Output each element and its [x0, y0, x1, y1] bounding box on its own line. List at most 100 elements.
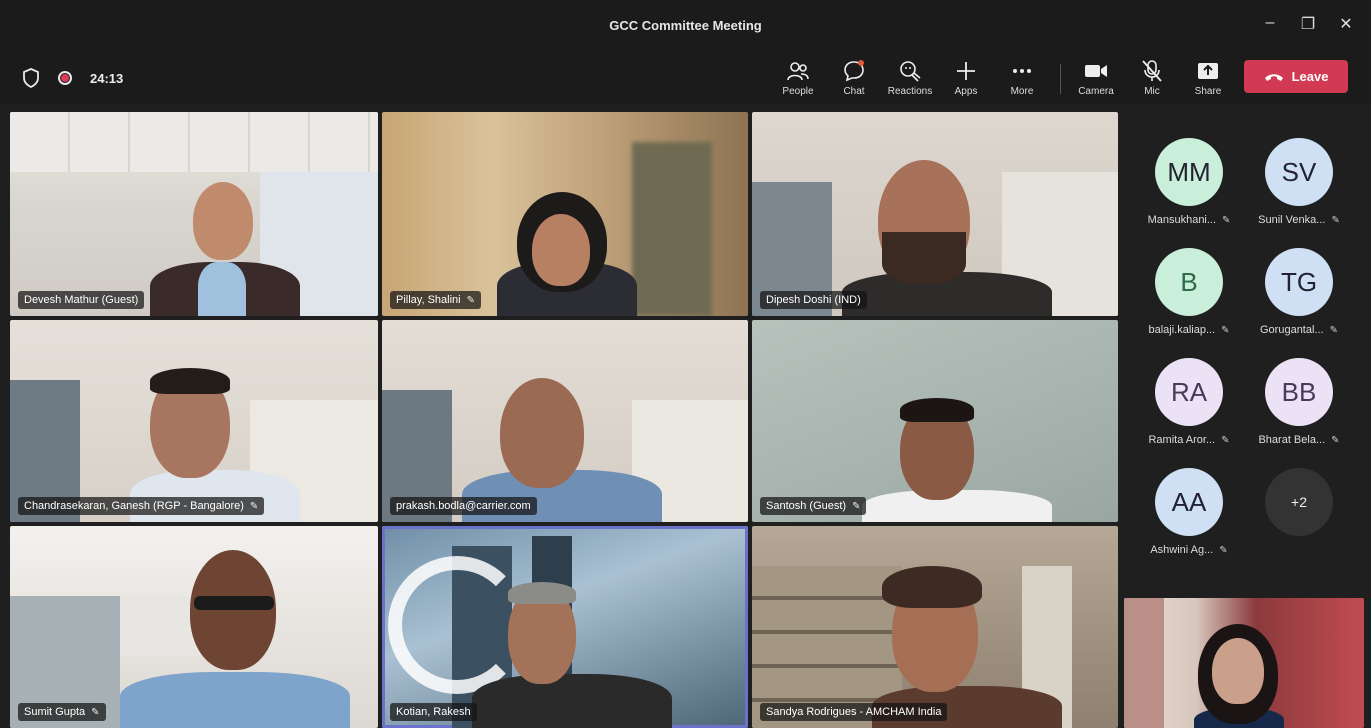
participant-face	[532, 214, 590, 286]
maximize-button[interactable]: ❐	[1296, 14, 1320, 34]
camera-button[interactable]: Camera	[1068, 58, 1124, 97]
more-label: More	[1010, 86, 1034, 97]
tile-name: Pillay, Shalini ✎	[390, 291, 481, 309]
self-view-video[interactable]	[1124, 598, 1364, 728]
chat-button[interactable]: Chat	[826, 58, 882, 97]
people-button[interactable]: People	[770, 58, 826, 97]
participant-name: Sunil Venka...	[1258, 214, 1326, 226]
share-icon	[1198, 63, 1218, 79]
toolbar-divider	[1060, 64, 1061, 94]
video-tile-active[interactable]: Kotian, Rakesh	[382, 526, 748, 728]
overflow-avatar: +2	[1265, 468, 1333, 536]
apps-label: Apps	[954, 86, 978, 97]
participant-name: Ashwini Ag...	[1150, 544, 1214, 556]
shield-icon[interactable]	[22, 68, 40, 88]
participant-avatar[interactable]: B balaji.kaliap... ✎	[1134, 248, 1244, 336]
wall-logo	[130, 622, 170, 636]
avatar: SV	[1265, 138, 1333, 206]
video-tile[interactable]: Devesh Mathur (Guest)	[10, 112, 378, 316]
meeting-status: 24:13	[22, 52, 123, 104]
pin-icon: ✎	[1331, 435, 1340, 446]
participant-name: Kotian, Rakesh	[396, 706, 471, 718]
pin-icon: ✎	[249, 501, 259, 512]
tile-name: Sumit Gupta ✎	[18, 703, 106, 721]
participant-face	[500, 378, 584, 488]
participant-beard	[882, 232, 966, 284]
video-tile[interactable]: Pillay, Shalini ✎	[382, 112, 748, 316]
participant-body	[120, 672, 350, 728]
avatar-initials: B	[1180, 266, 1198, 297]
avatar: B	[1155, 248, 1223, 316]
participant-avatar[interactable]: SV Sunil Venka... ✎	[1244, 138, 1354, 226]
video-tile[interactable]: prakash.bodla@carrier.com	[382, 320, 748, 522]
more-icon	[1013, 69, 1031, 73]
plus-icon	[957, 62, 975, 80]
mic-label: Mic	[1144, 86, 1160, 97]
overflow-count: +2	[1291, 494, 1307, 510]
apps-button[interactable]: Apps	[938, 58, 994, 97]
participant-glasses	[194, 596, 274, 610]
avatar: BB	[1265, 358, 1333, 426]
self-face	[1212, 638, 1264, 704]
avatar-initials: BB	[1281, 376, 1317, 407]
avatar-initials: TG	[1280, 266, 1318, 297]
participant-avatar[interactable]: RA Ramita Aror... ✎	[1134, 358, 1244, 446]
participant-avatar[interactable]: AA Ashwini Ag... ✎	[1134, 468, 1244, 556]
tile-name: Santosh (Guest) ✎	[760, 497, 867, 515]
avatar-initials: SV	[1281, 156, 1317, 187]
participant-avatar[interactable]: MM Mansukhani... ✎	[1134, 138, 1244, 226]
chat-label: Chat	[843, 86, 865, 97]
participant-name: balaji.kaliap...	[1148, 324, 1216, 336]
meeting-timer: 24:13	[90, 70, 124, 86]
pin-icon: ✎	[91, 707, 100, 718]
video-tile[interactable]: Sandya Rodrigues - AMCHAM India	[752, 526, 1118, 728]
participant-shirt	[198, 262, 246, 316]
tile-name: prakash.bodla@carrier.com	[390, 497, 537, 515]
leave-label: Leave	[1291, 69, 1329, 84]
people-icon	[787, 62, 809, 81]
video-tile[interactable]: Santosh (Guest) ✎	[752, 320, 1118, 522]
background-logo	[388, 556, 526, 694]
tile-name: Devesh Mathur (Guest)	[18, 291, 145, 309]
share-button[interactable]: Share	[1180, 58, 1236, 97]
reactions-button[interactable]: Reactions	[882, 58, 938, 97]
pin-icon: ✎	[1331, 215, 1340, 226]
participant-avatar[interactable]: TG Gorugantal... ✎	[1244, 248, 1354, 336]
participant-name: Gorugantal...	[1260, 324, 1324, 336]
video-tile[interactable]: Dipesh Doshi (IND)	[752, 112, 1118, 316]
pin-icon: ✎	[1221, 325, 1230, 336]
participant-avatar[interactable]: BB Bharat Bela... ✎	[1244, 358, 1354, 446]
participant-name: Mansukhani...	[1147, 214, 1217, 226]
participant-name: Santosh (Guest)	[766, 500, 847, 512]
chat-icon	[844, 60, 864, 82]
pin-icon: ✎	[1221, 435, 1230, 446]
camera-icon	[1085, 65, 1107, 77]
reactions-label: Reactions	[887, 86, 933, 97]
tile-name: Kotian, Rakesh	[390, 703, 477, 721]
tile-name: Chandrasekaran, Ganesh (RGP - Bangalore)…	[18, 497, 265, 515]
window-title: GCC Committee Meeting	[609, 18, 762, 33]
meeting-toolbar: 24:13 People Chat Reactions Apps More Ca…	[0, 52, 1371, 104]
close-button[interactable]: ✕	[1334, 14, 1358, 34]
leave-button[interactable]: Leave	[1244, 60, 1348, 93]
tile-name: Dipesh Doshi (IND)	[760, 291, 867, 309]
participant-name: Sumit Gupta	[24, 706, 86, 718]
avatar-initials: RA	[1170, 376, 1208, 407]
video-tile[interactable]: Chandrasekaran, Ganesh (RGP - Bangalore)…	[10, 320, 378, 522]
more-button[interactable]: More	[994, 58, 1050, 97]
mic-muted-icon	[1142, 60, 1162, 82]
avatar-initials: AA	[1171, 486, 1207, 517]
pin-icon: ✎	[1219, 545, 1228, 556]
participant-face	[190, 550, 276, 670]
participant-body	[472, 674, 672, 728]
pin-icon: ✎	[1222, 215, 1231, 226]
participant-name: Bharat Bela...	[1258, 434, 1326, 446]
mic-button[interactable]: Mic	[1124, 58, 1180, 97]
video-tile[interactable]: Sumit Gupta ✎	[10, 526, 378, 728]
reactions-icon	[900, 61, 921, 82]
people-label: People	[782, 86, 814, 97]
more-participants-button[interactable]: +2	[1244, 468, 1354, 536]
tile-name: Sandya Rodrigues - AMCHAM India	[760, 703, 948, 721]
minimize-button[interactable]: –	[1258, 14, 1282, 32]
pin-icon: ✎	[466, 295, 475, 306]
